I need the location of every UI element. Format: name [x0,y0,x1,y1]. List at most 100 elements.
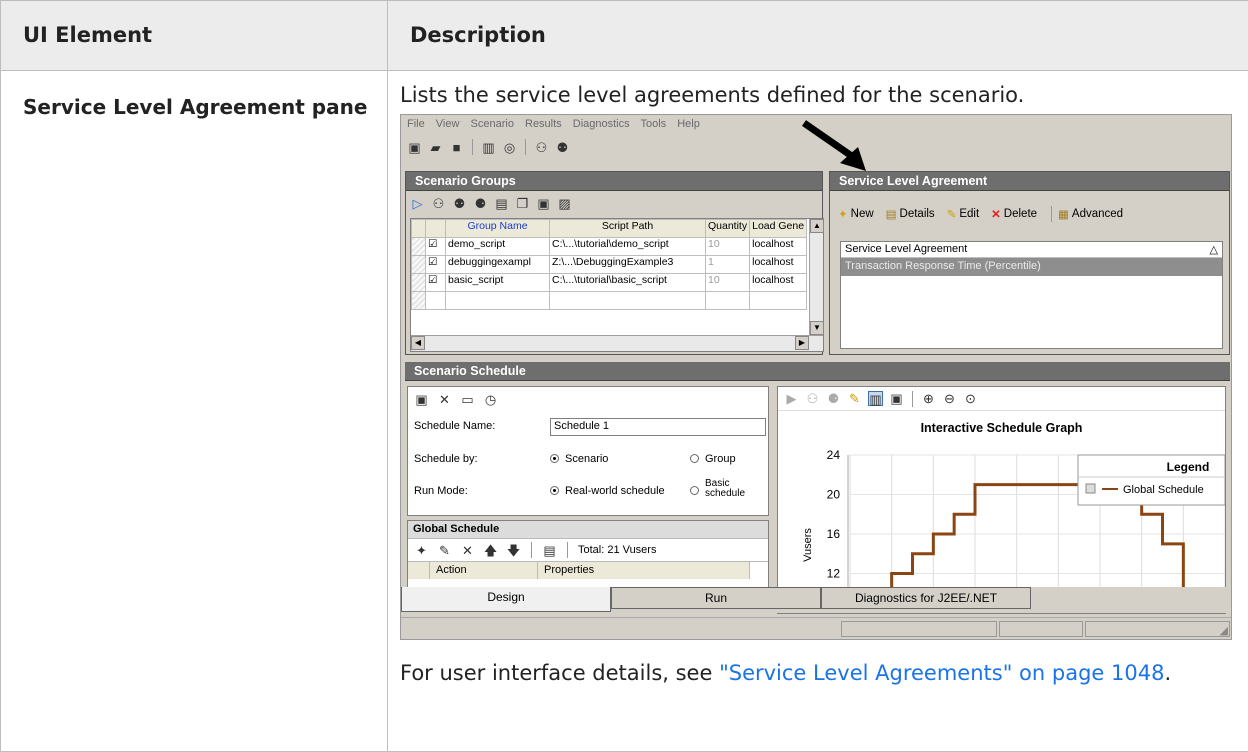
move-up-icon[interactable]: 🡅 [483,543,498,558]
new-icon: ✦ [838,207,848,221]
scroll-right-icon[interactable]: ▶ [795,336,809,350]
list-item[interactable]: Transaction Response Time (Percentile) [841,258,1222,276]
delete-icon: ✕ [991,207,1001,221]
script-icon[interactable]: ▣ [536,196,551,211]
fit-icon[interactable]: ▣ [889,391,904,406]
table-row[interactable]: ☑ demo_script C:\...\tutorial\demo_scrip… [412,238,807,256]
description-intro: Lists the service level agreements defin… [400,83,1248,107]
grid-col-script-path[interactable]: Script Path [550,220,706,238]
table-row[interactable]: ☑ basic_script C:\...\tutorial\basic_scr… [412,274,807,292]
schedule-name-field[interactable]: Schedule 1 [550,418,766,436]
grid-col-quantity[interactable]: Quantity [706,220,750,238]
delete-sla-button[interactable]: ✕Delete [991,207,1037,221]
details-icon: ▤ [886,207,897,221]
add-group-icon[interactable]: ⚇ [431,196,446,211]
menu-help[interactable]: Help [677,118,700,130]
save-icon[interactable]: ■ [449,140,464,155]
advanced-sla-button[interactable]: ▦Advanced [1058,207,1123,221]
details-icon[interactable]: ▤ [494,196,509,211]
bottom-tabs: Design Run Diagnostics for J2EE/.NET [401,587,1232,613]
legend-item: Global Schedule [1123,484,1204,496]
graph-icon[interactable]: ▥ [481,140,496,155]
service-level-agreements-link[interactable]: "Service Level Agreements" on page 1048 [719,661,1164,685]
scroll-left-icon[interactable]: ◀ [411,336,425,350]
vertical-scrollbar[interactable]: ▲ ▼ [809,219,823,335]
checkbox-icon[interactable]: ☑ [426,256,446,274]
column-header-description: Description [388,1,1248,71]
grid-col-load-generator[interactable]: Load Gene [750,220,807,238]
scenario-groups-toolbar: ▷ ⚇ ⚉ ⚈ ▤ ❐ ▣ ▨ [406,191,822,215]
run-mode-label: Run Mode: [414,485,468,497]
pencil-icon[interactable]: ✎ [847,391,862,406]
rename-schedule-icon[interactable]: ▭ [460,392,475,407]
view-script-icon[interactable]: ▨ [557,196,572,211]
menu-scenario[interactable]: Scenario [471,118,514,130]
menu-diagnostics[interactable]: Diagnostics [573,118,630,130]
checkbox-icon[interactable]: ☑ [426,238,446,256]
ui-element-name: Service Level Agreement pane [1,71,388,752]
horizontal-scrollbar[interactable]: ◀ ▶ [411,335,823,351]
schedule-toolbar: ▣ ✕ ▭ ◷ [408,387,768,411]
add-action-icon[interactable]: ✦ [414,543,429,558]
global-schedule-header: Action Properties [408,561,768,579]
new-sla-button[interactable]: ✦New [838,207,874,221]
sla-list-header[interactable]: Service Level Agreement △ [841,242,1222,258]
scenario-groups-title: Scenario Groups [406,172,822,191]
scroll-up-icon[interactable]: ▲ [810,219,824,233]
open-folder-icon[interactable]: ▰ [428,140,443,155]
schedule-settings: ▣ ✕ ▭ ◷ Schedule Name: Schedule 1 Schedu… [407,386,769,516]
graph-delete-icon[interactable]: ⚈ [826,391,841,406]
tab-design[interactable]: Design [401,587,611,612]
menu-view[interactable]: View [436,118,460,130]
grid-col-group-name[interactable]: Group Name [446,220,550,238]
new-schedule-icon[interactable]: ▣ [414,392,429,407]
radio-schedule-by-scenario[interactable]: Scenario [550,453,608,465]
clock-icon[interactable]: ◷ [483,392,498,407]
radio-basic-schedule[interactable]: Basic schedule [690,479,745,499]
copy-icon[interactable]: ▤ [542,543,557,558]
move-down-icon[interactable]: 🡇 [506,543,521,558]
menu-file[interactable]: File [407,118,425,130]
column-header-ui-element: UI Element [1,1,388,71]
scroll-down-icon[interactable]: ▼ [810,321,824,335]
delete-action-icon[interactable]: ✕ [460,543,475,558]
graph-edit-icon[interactable]: ▶ [784,391,799,406]
scenario-groups-grid: Group Name Script Path Quantity Load Gen… [410,218,824,352]
details-sla-button[interactable]: ▤Details [886,207,935,221]
graph-split-icon[interactable]: ⚇ [805,391,820,406]
scenario-schedule-panel: Scenario Schedule ▣ ✕ ▭ ◷ Schedule Name:… [405,362,1230,612]
users-group-icon[interactable]: ⚉ [555,140,570,155]
radio-selected-icon [550,454,559,463]
table-row[interactable]: ☑ debuggingexampl Z:\...\DebuggingExampl… [412,256,807,274]
radio-selected-icon [550,486,559,495]
global-schedule-toolbar: ✦ ✎ ✕ 🡅 🡇 ▤ Total: 21 Vusers [408,539,768,561]
radio-icon [690,454,699,463]
resize-grip-icon[interactable]: ◢ [1220,624,1228,637]
sort-triangle-icon: △ [1210,243,1218,256]
tab-run[interactable]: Run [611,587,821,609]
zoom-reset-icon[interactable]: ⊙ [963,391,978,406]
new-scenario-icon[interactable]: ▣ [407,140,422,155]
zoom-out-icon[interactable]: ⊖ [942,391,957,406]
copy-icon[interactable]: ❐ [515,196,530,211]
zoom-in-icon[interactable]: ⊕ [921,391,936,406]
tab-diagnostics[interactable]: Diagnostics for J2EE/.NET [821,587,1031,609]
edit-action-icon[interactable]: ✎ [437,543,452,558]
graph-title: Interactive Schedule Graph [778,421,1225,435]
table-view-icon[interactable]: ▥ [868,391,883,406]
main-toolbar: ▣ ▰ ■ ▥ ◎ ⚇ ⚉ [407,137,570,157]
checkbox-icon[interactable]: ☑ [426,274,446,292]
play-icon[interactable]: ▷ [410,196,425,211]
remove-group-icon[interactable]: ⚈ [473,196,488,211]
group-settings-icon[interactable]: ⚉ [452,196,467,211]
radio-real-world-schedule[interactable]: Real-world schedule [550,485,665,497]
menu-results[interactable]: Results [525,118,562,130]
radio-schedule-by-group[interactable]: Group [690,453,736,465]
menu-tools[interactable]: Tools [640,118,666,130]
users-icon[interactable]: ⚇ [534,140,549,155]
globe-icon[interactable]: ◎ [502,140,517,155]
app-screenshot: File View Scenario Results Diagnostics T… [400,114,1232,640]
delete-schedule-icon[interactable]: ✕ [437,392,452,407]
sla-list: Service Level Agreement △ Transaction Re… [840,241,1223,349]
edit-sla-button[interactable]: ✎Edit [947,207,979,221]
